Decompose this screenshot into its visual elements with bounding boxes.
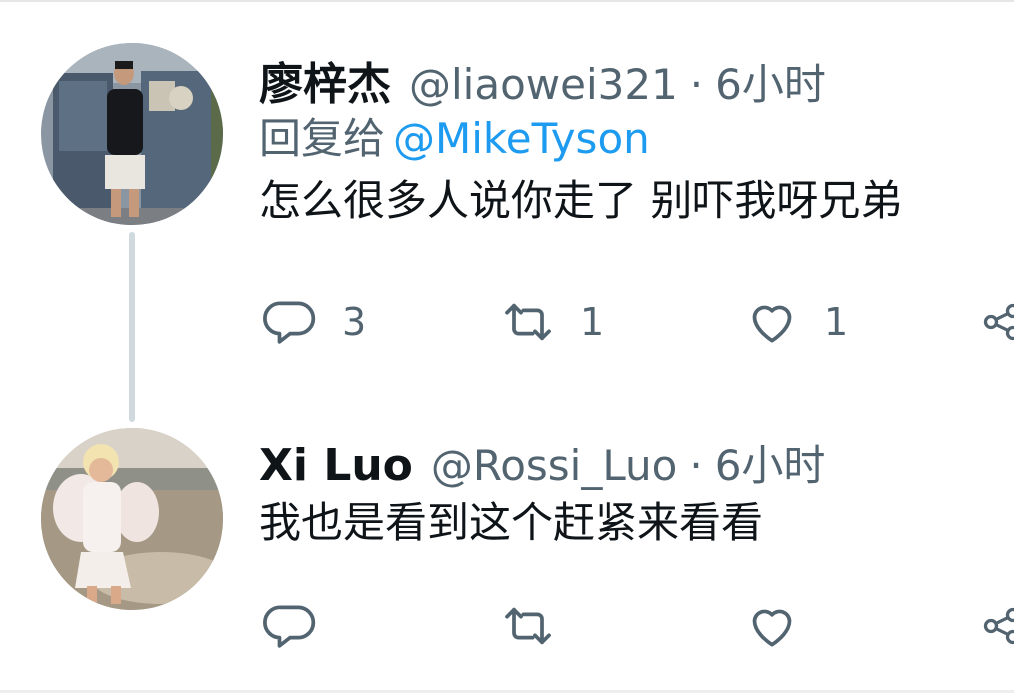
reply-icon [263,605,316,648]
header-separator: · [689,60,704,109]
author-name[interactable]: Xi Luo [259,440,413,491]
avatar-photo-man [41,43,223,225]
tweet-header: Xi Luo @Rossi_Luo · 6小时 [259,432,1014,492]
retweet-icon [505,607,551,645]
like-count: 1 [824,300,849,344]
like-button[interactable]: 1 [744,292,848,352]
reply-button[interactable]: 3 [262,292,366,352]
like-icon [752,609,792,647]
timestamp[interactable]: 6小时 [715,51,826,112]
share-button[interactable] [980,292,1014,352]
author-handle[interactable]: @liaowei321 [409,60,678,109]
reply-icon [263,301,316,344]
reply-count: 3 [342,300,367,344]
avatar[interactable] [41,428,223,610]
share-button[interactable] [980,596,1014,656]
tweet-text: 我也是看到这个赶紧来看看 [259,498,764,547]
timestamp[interactable]: 6小时 [715,432,826,493]
retweet-button[interactable]: 1 [500,292,604,352]
tweet-1-actions: 3 1 1 [262,292,1014,352]
thread-connector-line [129,232,135,422]
retweet-count: 1 [580,300,605,344]
reply-mention-link[interactable]: @MikeTyson [393,114,650,163]
avatar[interactable] [41,43,223,225]
tweet-2-actions [262,596,1014,656]
reply-button[interactable] [262,596,342,656]
retweet-icon [505,303,551,341]
share-icon [983,607,1014,645]
tweet-text: 怎么很多人说你走了 别吓我呀兄弟 [259,176,903,225]
like-icon [752,305,792,343]
author-name[interactable]: 廖梓杰 [259,48,391,112]
header-separator: · [689,441,703,490]
author-handle[interactable]: @Rossi_Luo [431,441,677,490]
tweet-2[interactable]: Xi Luo @Rossi_Luo · 6小时 我也是看到这个赶紧来看看 [259,432,1014,554]
avatar-photo-child-angel [41,428,223,610]
share-icon [983,303,1014,341]
retweet-button[interactable] [500,596,580,656]
reply-context: 回复给 @MikeTyson [259,108,1014,170]
top-divider [0,0,1014,2]
reply-prefix: 回复给 [259,114,386,163]
tweet-header: 廖梓杰 @liaowei321 · 6小时 [259,48,1014,110]
like-button[interactable] [744,596,824,656]
tweet-1[interactable]: 廖梓杰 @liaowei321 · 6小时 回复给 @MikeTyson 怎么很多… [259,48,1014,232]
